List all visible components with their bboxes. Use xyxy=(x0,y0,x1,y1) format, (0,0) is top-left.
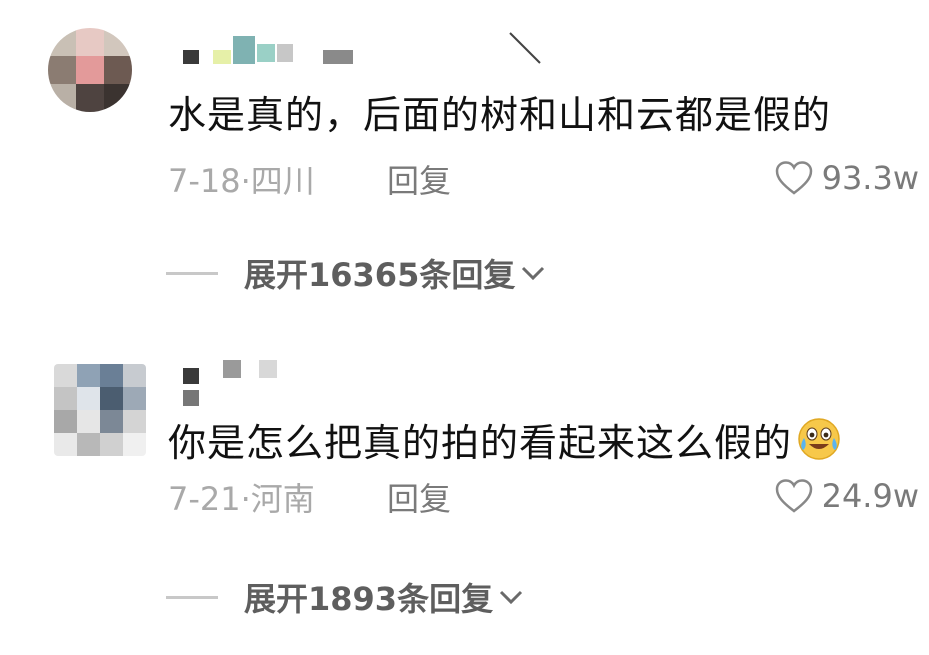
divider-line xyxy=(166,595,218,599)
expand-replies-label: 展开1893条回复 xyxy=(244,580,494,618)
username-blurred[interactable] xyxy=(183,36,383,64)
comment-text-body: 你是怎么把真的拍的看起来这么假的 xyxy=(168,421,793,465)
reply-button[interactable]: 回复 xyxy=(387,156,451,202)
divider-line xyxy=(166,271,218,275)
like-count: 93.3w xyxy=(821,159,919,197)
expand-replies-label: 展开16365条回复 xyxy=(244,256,516,294)
like-count: 24.9w xyxy=(821,477,919,515)
comment-text: 你是怎么把真的拍的看起来这么假的 xyxy=(168,412,842,467)
chevron-down-icon xyxy=(522,266,545,281)
expand-replies-button[interactable]: 展开16365条回复 xyxy=(166,250,547,296)
heart-icon xyxy=(775,479,812,513)
avatar[interactable] xyxy=(48,28,132,112)
comment-meta: 7-21·河南 xyxy=(168,480,315,518)
comment-item: 你是怎么把真的拍的看起来这么假的 7-21·河南 回复 24.9w 展开1893… xyxy=(0,330,929,655)
like-button[interactable]: 93.3w xyxy=(774,158,919,198)
comment-item: 水是真的，后面的树和山和云都是假的 7-18·四川 回复 93.3w 展开163… xyxy=(0,0,929,320)
chevron-down-icon xyxy=(500,590,523,605)
like-button[interactable]: 24.9w xyxy=(774,476,919,516)
comment-meta: 7-18·四川 xyxy=(168,162,315,200)
username-blurred[interactable] xyxy=(183,360,303,420)
expand-replies-button[interactable]: 展开1893条回复 xyxy=(166,574,525,620)
laughing-crying-emoji-icon xyxy=(798,418,840,460)
slash-mark xyxy=(509,32,541,64)
reply-button[interactable]: 回复 xyxy=(387,474,451,520)
comment-text: 水是真的，后面的树和山和云都是假的 xyxy=(168,93,832,137)
avatar[interactable] xyxy=(54,364,146,456)
heart-icon xyxy=(775,161,812,195)
